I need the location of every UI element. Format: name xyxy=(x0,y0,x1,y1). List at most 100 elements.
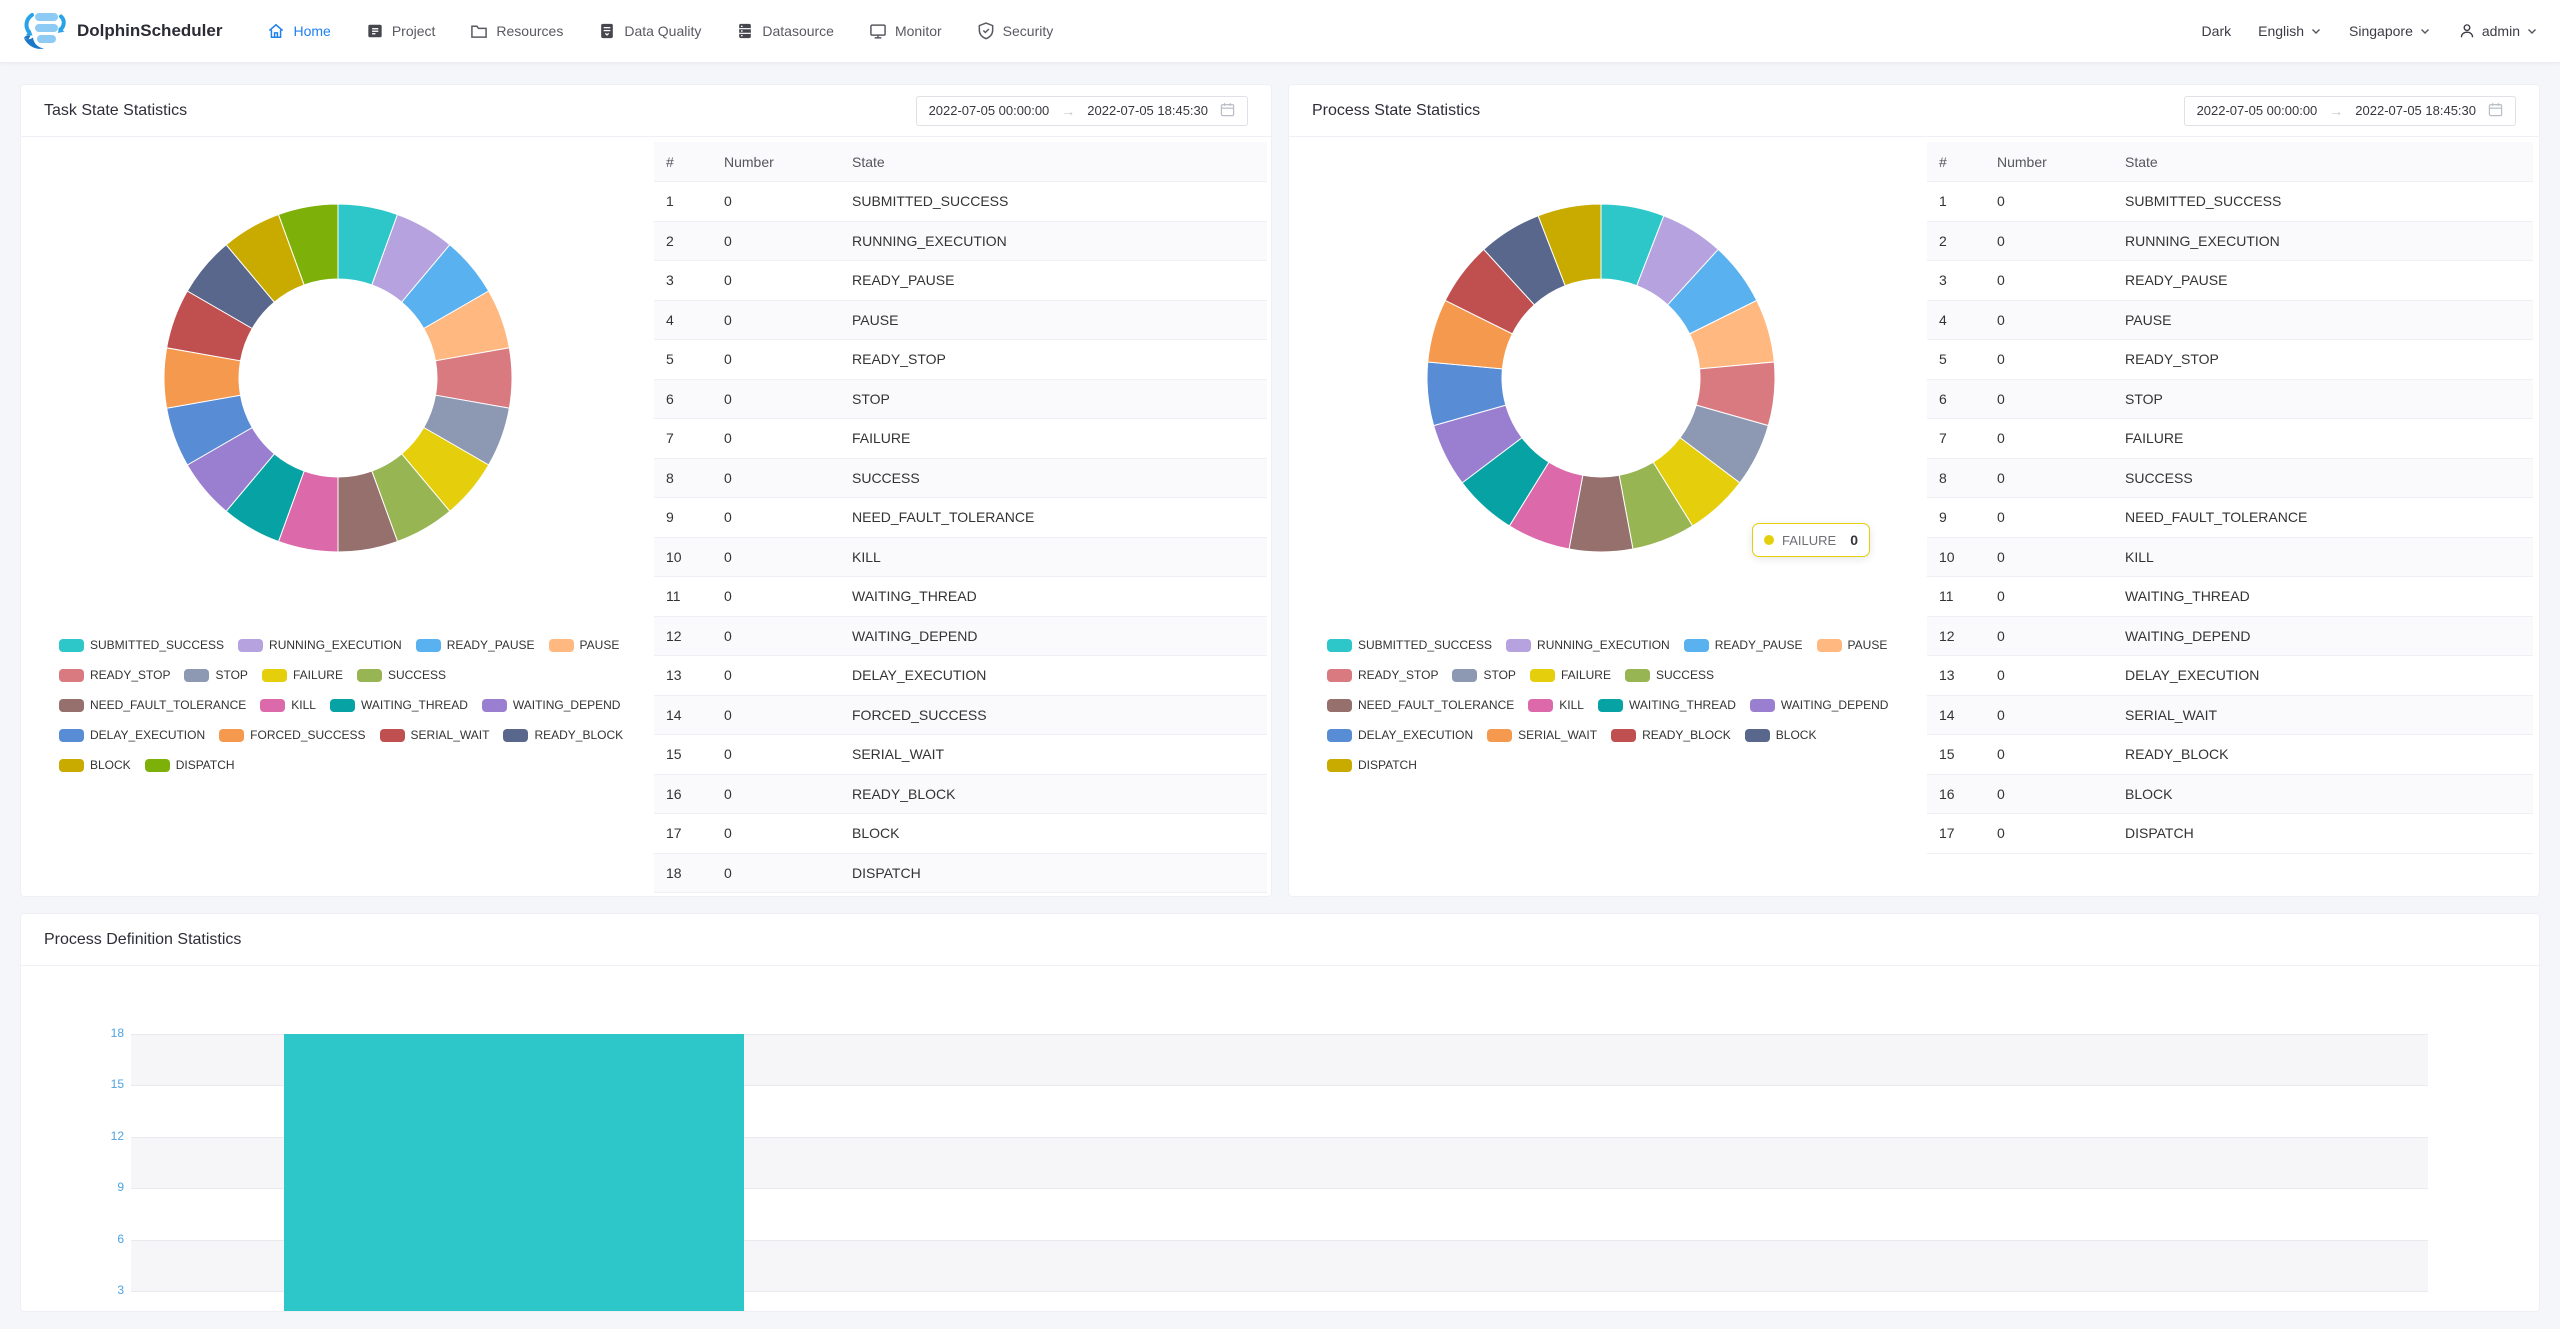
table-row: 30READY_PAUSE xyxy=(654,261,1267,301)
task-state-card: Task State Statistics 2022-07-05 00:00:0… xyxy=(20,84,1272,897)
legend-item-stop[interactable]: STOP xyxy=(1452,668,1515,682)
theme-toggle[interactable]: Dark xyxy=(2202,23,2232,39)
cell-number: 0 xyxy=(712,391,840,407)
process-definition-bar-chart: 181512963 xyxy=(21,966,2539,1311)
legend-item-kill[interactable]: KILL xyxy=(260,698,316,712)
legend-swatch xyxy=(59,699,84,712)
menu-item-monitor[interactable]: Monitor xyxy=(868,21,942,41)
legend-item-dispatch[interactable]: DISPATCH xyxy=(145,758,235,772)
cell-state: BLOCK xyxy=(840,825,1267,841)
legend-item-submitted-success[interactable]: SUBMITTED_SUCCESS xyxy=(59,638,224,652)
legend-item-success[interactable]: SUCCESS xyxy=(1625,668,1714,682)
cell-index: 8 xyxy=(1927,470,1985,486)
legend-item-serial-wait[interactable]: SERIAL_WAIT xyxy=(1487,728,1597,742)
language-select[interactable]: English xyxy=(2258,23,2322,39)
data-quality-icon xyxy=(597,21,617,41)
legend-item-waiting-thread[interactable]: WAITING_THREAD xyxy=(330,698,468,712)
legend-item-ready-block[interactable]: READY_BLOCK xyxy=(1611,728,1731,742)
cell-state: DISPATCH xyxy=(2113,825,2533,841)
table-row: 120WAITING_DEPEND xyxy=(1927,617,2533,657)
legend-label: RUNNING_EXECUTION xyxy=(1537,638,1670,652)
legend-item-dispatch[interactable]: DISPATCH xyxy=(1327,758,1417,772)
legend-item-need-fault-tolerance[interactable]: NEED_FAULT_TOLERANCE xyxy=(1327,698,1514,712)
legend-item-failure[interactable]: FAILURE xyxy=(262,668,343,682)
legend-swatch xyxy=(238,639,263,652)
header-cell: State xyxy=(840,154,1267,170)
legend-item-serial-wait[interactable]: SERIAL_WAIT xyxy=(380,728,490,742)
legend-item-block[interactable]: BLOCK xyxy=(1745,728,1817,742)
table-row: 80SUCCESS xyxy=(654,459,1267,499)
legend-item-ready-pause[interactable]: READY_PAUSE xyxy=(1684,638,1803,652)
legend-item-submitted-success[interactable]: SUBMITTED_SUCCESS xyxy=(1327,638,1492,652)
cell-number: 0 xyxy=(1985,707,2113,723)
legend-item-waiting-depend[interactable]: WAITING_DEPEND xyxy=(482,698,621,712)
cell-state: READY_BLOCK xyxy=(840,786,1267,802)
cell-state: NEED_FAULT_TOLERANCE xyxy=(2113,509,2533,525)
process-date-range-picker[interactable]: 2022-07-05 00:00:00 → 2022-07-05 18:45:3… xyxy=(2184,96,2516,126)
cell-state: RUNNING_EXECUTION xyxy=(2113,233,2533,249)
legend-swatch xyxy=(1327,729,1352,742)
task-card-header: Task State Statistics 2022-07-05 00:00:0… xyxy=(21,85,1271,137)
legend-item-delay-execution[interactable]: DELAY_EXECUTION xyxy=(59,728,205,742)
legend-item-ready-block[interactable]: READY_BLOCK xyxy=(503,728,623,742)
menu-item-label: Datasource xyxy=(762,23,834,39)
legend-swatch xyxy=(184,669,209,682)
table-row: 170DISPATCH xyxy=(1927,814,2533,854)
brand-name: DolphinScheduler xyxy=(77,21,222,41)
legend-label: DISPATCH xyxy=(176,758,235,772)
menu-item-resources[interactable]: Resources xyxy=(469,21,563,41)
legend-swatch xyxy=(1528,699,1553,712)
resources-icon xyxy=(469,21,489,41)
legend-item-ready-stop[interactable]: READY_STOP xyxy=(1327,668,1438,682)
timezone-select[interactable]: Singapore xyxy=(2349,23,2431,39)
process-state-table: #NumberState10SUBMITTED_SUCCESS20RUNNING… xyxy=(1927,142,2533,854)
menu-item-home[interactable]: Home xyxy=(266,21,330,41)
cell-number: 0 xyxy=(712,509,840,525)
table-row: 50READY_STOP xyxy=(654,340,1267,380)
legend-item-need-fault-tolerance[interactable]: NEED_FAULT_TOLERANCE xyxy=(59,698,246,712)
header-cell: # xyxy=(1927,154,1985,170)
legend-item-delay-execution[interactable]: DELAY_EXECUTION xyxy=(1327,728,1473,742)
legend-label: SUBMITTED_SUCCESS xyxy=(90,638,224,652)
legend-item-pause[interactable]: PAUSE xyxy=(549,638,620,652)
table-row: 150READY_BLOCK xyxy=(1927,735,2533,775)
cell-index: 10 xyxy=(1927,549,1985,565)
legend-swatch xyxy=(59,759,84,772)
menu-item-security[interactable]: Security xyxy=(976,21,1054,41)
legend-item-running-execution[interactable]: RUNNING_EXECUTION xyxy=(238,638,402,652)
y-axis-tick: 6 xyxy=(21,1232,124,1246)
legend-swatch xyxy=(59,669,84,682)
legend-item-pause[interactable]: PAUSE xyxy=(1817,638,1888,652)
menu-item-data-quality[interactable]: Data Quality xyxy=(597,21,701,41)
task-date-range-picker[interactable]: 2022-07-05 00:00:00 → 2022-07-05 18:45:3… xyxy=(916,96,1248,126)
cell-state: READY_PAUSE xyxy=(840,272,1267,288)
legend-item-waiting-thread[interactable]: WAITING_THREAD xyxy=(1598,698,1736,712)
legend-item-kill[interactable]: KILL xyxy=(1528,698,1584,712)
legend-item-stop[interactable]: STOP xyxy=(184,668,247,682)
dolphinscheduler-logo xyxy=(22,11,68,51)
legend-item-waiting-depend[interactable]: WAITING_DEPEND xyxy=(1750,698,1889,712)
menu-item-datasource[interactable]: Datasource xyxy=(735,21,834,41)
legend-swatch xyxy=(1506,639,1531,652)
legend-label: DELAY_EXECUTION xyxy=(1358,728,1473,742)
cell-state: SERIAL_WAIT xyxy=(840,746,1267,762)
legend-label: SERIAL_WAIT xyxy=(411,728,490,742)
user-label: admin xyxy=(2482,23,2520,39)
legend-item-success[interactable]: SUCCESS xyxy=(357,668,446,682)
legend-item-forced-success[interactable]: FORCED_SUCCESS xyxy=(219,728,365,742)
user-menu[interactable]: admin xyxy=(2458,22,2538,40)
header-cell: State xyxy=(2113,154,2533,170)
legend-item-ready-pause[interactable]: READY_PAUSE xyxy=(416,638,535,652)
cell-state: SUBMITTED_SUCCESS xyxy=(2113,193,2533,209)
legend-item-block[interactable]: BLOCK xyxy=(59,758,131,772)
brand[interactable]: DolphinScheduler xyxy=(22,11,222,51)
table-row: 90NEED_FAULT_TOLERANCE xyxy=(654,498,1267,538)
legend-item-running-execution[interactable]: RUNNING_EXECUTION xyxy=(1506,638,1670,652)
legend-item-failure[interactable]: FAILURE xyxy=(1530,668,1611,682)
legend-item-ready-stop[interactable]: READY_STOP xyxy=(59,668,170,682)
legend-swatch xyxy=(145,759,170,772)
bar-process-definition[interactable] xyxy=(284,1034,744,1313)
menu-item-project[interactable]: Project xyxy=(365,21,436,41)
legend-label: STOP xyxy=(215,668,247,682)
menu-item-label: Resources xyxy=(496,23,563,39)
